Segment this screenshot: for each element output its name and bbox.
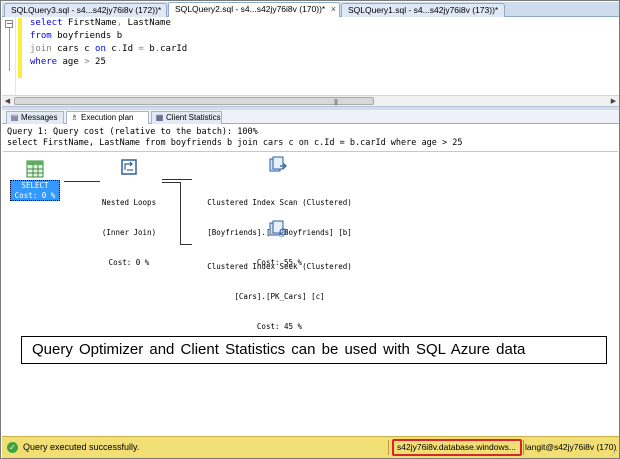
collapse-icon[interactable]: −: [5, 20, 13, 28]
tab-label: Messages: [21, 113, 58, 122]
code-token: join: [30, 44, 52, 54]
code-token: age: [57, 57, 85, 67]
plan-connector: [180, 244, 192, 245]
results-tab-strip: ▤ Messages ♗ Execution plan ▦ Client Sta…: [2, 110, 619, 124]
plan-connector: [162, 182, 180, 183]
query-header: Query 1: Query cost (relative to the bat…: [7, 127, 462, 149]
code-token: where: [30, 57, 58, 67]
horizontal-scrollbar[interactable]: ◀ ||| ▶: [2, 95, 619, 106]
execution-plan-icon: ♗: [70, 113, 79, 122]
plan-connector: [180, 182, 181, 244]
node-name: SELECT: [21, 181, 49, 190]
nested-loops-label[interactable]: Nested Loops (Inner Join) Cost: 0 %: [88, 178, 170, 288]
code-token: b: [143, 44, 155, 54]
tab-messages[interactable]: ▤ Messages: [6, 111, 64, 124]
document-tab-strip: SQLQuery3.sql - s4...s42jy76i8v (172))* …: [2, 2, 619, 18]
code-token: select: [30, 18, 63, 28]
code-line[interactable]: from boyfriends b: [30, 30, 187, 43]
node-cost: Cost: 0 %: [14, 191, 56, 200]
resize-grip-icon[interactable]: ⋰: [611, 450, 618, 457]
code-token: LastName: [122, 18, 171, 28]
node-name: Nested Loops: [101, 198, 157, 207]
tab-sqlquery1[interactable]: SQLQuery1.sql - s4...s42jy76i8v (173))*: [341, 3, 505, 17]
tab-sqlquery2[interactable]: SQLQuery2.sql - s4...s42jy76i8v (170))* …: [168, 2, 340, 18]
messages-icon: ▤: [10, 113, 19, 122]
code-token: Id: [122, 44, 139, 54]
code-line[interactable]: select FirstName, LastName: [30, 17, 187, 30]
node-join-type: (Inner Join): [101, 228, 157, 237]
tab-label: Execution plan: [81, 113, 134, 122]
caption-text: Query Optimizer and Client Statistics ca…: [32, 341, 526, 358]
code-token: 25: [89, 57, 106, 67]
divider: [3, 151, 618, 152]
scroll-left-icon[interactable]: ◀: [2, 96, 13, 106]
close-icon[interactable]: ×: [331, 3, 336, 16]
tab-client-statistics[interactable]: ▦ Client Statistics: [151, 111, 222, 124]
user-connection: langit@s42jy76i8v (170): [525, 442, 617, 452]
node-object: [Cars].[PK_Cars] [c]: [234, 292, 325, 301]
status-bar: ✓ Query executed successfully. s42jy76i8…: [2, 436, 619, 458]
status-divider: [388, 440, 389, 455]
code-token: from: [30, 31, 52, 41]
tab-label: SQLQuery2.sql - s4...s42jy76i8v (170))*: [175, 4, 326, 14]
change-tracking-bar: [18, 18, 22, 78]
query-cost-text: Query 1: Query cost (relative to the bat…: [7, 127, 258, 137]
outline-line: [9, 28, 10, 71]
code-token: cars c: [51, 44, 96, 54]
query-text: select FirstName, LastName from boyfrien…: [7, 138, 463, 148]
success-icon: ✓: [7, 442, 18, 453]
execution-plan-pane[interactable]: Query 1: Query cost (relative to the bat…: [2, 124, 619, 436]
node-cost: Cost: 0 %: [108, 258, 150, 267]
code-line[interactable]: join cars c on c.Id = b.carId: [30, 43, 187, 56]
scroll-right-icon[interactable]: ▶: [608, 96, 619, 106]
client-statistics-icon: ▦: [155, 113, 164, 122]
tab-label: Client Statistics: [166, 113, 221, 122]
caption-box: Query Optimizer and Client Statistics ca…: [21, 336, 607, 364]
status-divider: [523, 440, 524, 455]
clustered-index-scan-icon[interactable]: [268, 156, 288, 174]
code-token: on: [95, 44, 106, 54]
server-name: s42jy76i8v.database.windows...: [392, 439, 522, 456]
grip-icon: |||: [334, 99, 338, 106]
code-token: c: [105, 44, 117, 54]
node-name: Clustered Index Scan (Clustered): [207, 198, 352, 207]
code-line[interactable]: where age > 25: [30, 56, 187, 69]
code-token: boyfriends b: [51, 31, 123, 41]
ssms-window: SQLQuery3.sql - s4...s42jy76i8v (172))* …: [0, 0, 620, 459]
node-name: Clustered Index Seek (Clustered): [207, 262, 352, 271]
tab-label: SQLQuery3.sql - s4...s42jy76i8v (172))*: [11, 5, 162, 15]
code-token: FirstName: [62, 18, 117, 28]
scrollbar-thumb[interactable]: [14, 97, 374, 105]
tab-sqlquery3[interactable]: SQLQuery3.sql - s4...s42jy76i8v (172))*: [4, 3, 167, 17]
query-editor[interactable]: − select FirstName, LastName from boyfrie…: [2, 17, 619, 95]
tab-execution-plan[interactable]: ♗ Execution plan: [66, 111, 149, 124]
editor-gutter: −: [2, 17, 16, 95]
select-node-label[interactable]: SELECT Cost: 0 %: [10, 180, 60, 201]
sql-code[interactable]: select FirstName, LastName from boyfriend…: [30, 17, 187, 69]
code-token: carId: [160, 44, 188, 54]
tab-label: SQLQuery1.sql - s4...s42jy76i8v (173))*: [348, 5, 499, 15]
clustered-index-seek-icon[interactable]: [268, 220, 288, 238]
select-operator-icon[interactable]: [26, 160, 44, 178]
plan-connector: [162, 179, 192, 180]
nested-loops-icon[interactable]: [120, 158, 138, 176]
node-cost: Cost: 45 %: [256, 322, 303, 331]
status-message: Query executed successfully.: [23, 442, 140, 452]
